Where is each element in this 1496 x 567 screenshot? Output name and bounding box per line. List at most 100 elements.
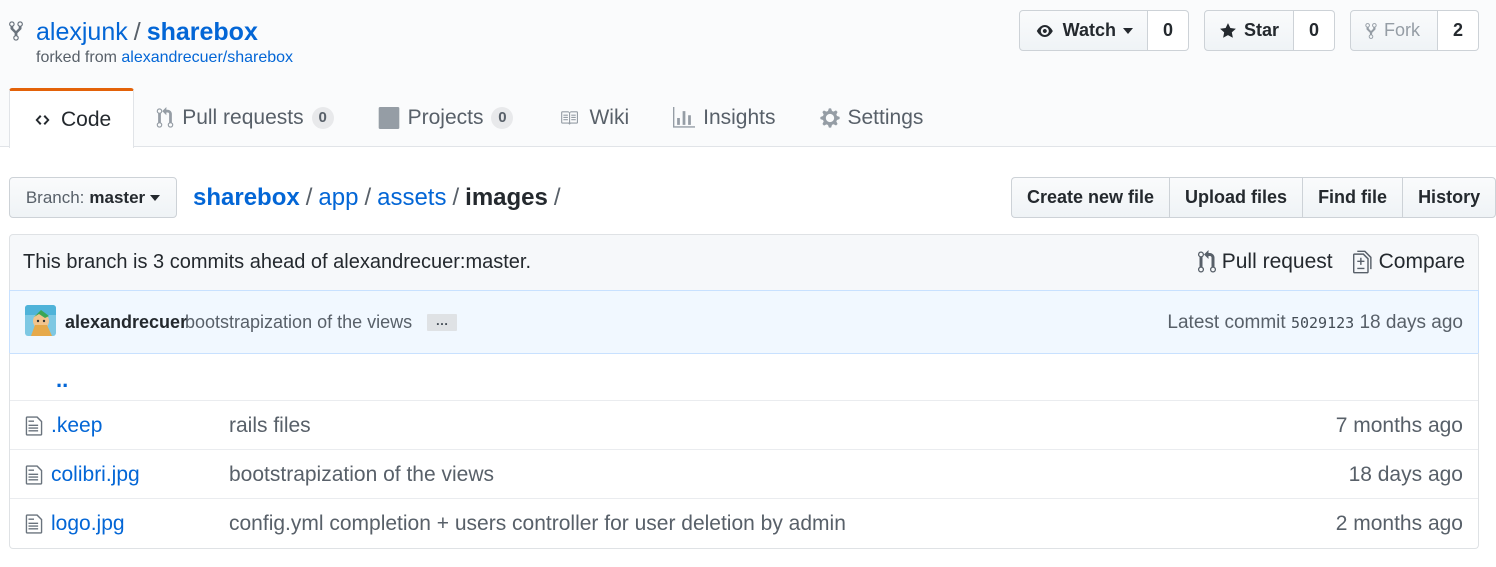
file-name-link[interactable]: .keep bbox=[51, 414, 102, 438]
branch-infobar-actions: Pull request Compare bbox=[1197, 250, 1465, 274]
forked-from-label: forked from bbox=[36, 49, 117, 66]
branch-select-button[interactable]: Branch: master bbox=[9, 177, 177, 218]
tab-settings-label: Settings bbox=[847, 105, 924, 129]
code-icon bbox=[35, 114, 50, 125]
breadcrumb-app-link[interactable]: app bbox=[318, 184, 358, 211]
tab-code[interactable]: Code bbox=[9, 88, 135, 148]
branch-infobar: This branch is 3 commits ahead of alexan… bbox=[9, 234, 1479, 291]
file-actions: Create new file Upload files Find file H… bbox=[1011, 177, 1496, 218]
watch-label: Watch bbox=[1062, 20, 1116, 40]
tab-pull-requests-label: Pull requests bbox=[182, 105, 304, 129]
star-label: Star bbox=[1243, 20, 1279, 40]
pull-request-label: Pull request bbox=[1221, 250, 1333, 273]
file-commit-message[interactable]: bootstrapization of the views bbox=[229, 463, 494, 487]
watch-count[interactable]: 0 bbox=[1148, 10, 1189, 51]
repo-title: alexjunk / sharebox bbox=[36, 16, 258, 48]
table-row: .keep rails files 7 months ago bbox=[10, 401, 1478, 450]
book-icon bbox=[561, 110, 579, 125]
projects-counter: 0 bbox=[491, 106, 514, 129]
repo-owner-link[interactable]: alexjunk bbox=[36, 18, 128, 46]
watch-action: Watch 0 bbox=[1019, 10, 1189, 51]
forked-source-link[interactable]: alexandrecuer/sharebox bbox=[121, 49, 293, 66]
fork-label: Fork bbox=[1384, 20, 1420, 40]
fork-button[interactable]: Fork bbox=[1350, 10, 1438, 51]
commit-expand-button[interactable]: … bbox=[427, 314, 457, 331]
up-tree-row: .. bbox=[10, 353, 1478, 401]
caret-down-icon bbox=[1123, 27, 1133, 34]
create-new-file-button[interactable]: Create new file bbox=[1011, 177, 1170, 218]
star-action: Star 0 bbox=[1204, 10, 1335, 51]
tab-code-label: Code bbox=[61, 107, 112, 131]
pull-requests-counter: 0 bbox=[311, 106, 334, 129]
breadcrumb: sharebox / app / assets / images / bbox=[193, 183, 567, 213]
commit-author[interactable]: alexandrecuer bbox=[65, 312, 187, 333]
breadcrumb-root-link[interactable]: sharebox bbox=[193, 184, 300, 211]
graph-icon bbox=[673, 106, 696, 128]
repo-forked-icon bbox=[9, 21, 23, 41]
gear-icon bbox=[819, 107, 840, 128]
file-commit-message[interactable]: rails files bbox=[229, 414, 311, 438]
breadcrumb-separator: / bbox=[305, 184, 313, 211]
repo-title-separator: / bbox=[133, 18, 141, 46]
file-name-link[interactable]: logo.jpg bbox=[51, 512, 125, 536]
breadcrumb-assets-link[interactable]: assets bbox=[377, 184, 446, 211]
file-name-link[interactable]: colibri.jpg bbox=[51, 463, 140, 487]
find-file-button[interactable]: Find file bbox=[1302, 177, 1403, 218]
commit-sha-link[interactable]: 5029123 bbox=[1291, 314, 1354, 332]
file-commit-message[interactable]: config.yml completion + users controller… bbox=[229, 512, 846, 536]
breadcrumb-separator: / bbox=[364, 184, 372, 211]
git-pull-request-icon bbox=[1197, 250, 1216, 273]
breadcrumb-separator: / bbox=[553, 184, 561, 211]
repo-forked-icon bbox=[1365, 22, 1377, 39]
eye-icon bbox=[1036, 24, 1053, 37]
forked-from: forked from alexandrecuer/sharebox bbox=[36, 48, 293, 68]
upload-files-button[interactable]: Upload files bbox=[1169, 177, 1303, 218]
breadcrumb-separator: / bbox=[452, 184, 460, 211]
repo-name-link[interactable]: sharebox bbox=[147, 18, 258, 46]
tab-pull-requests[interactable]: Pull requests 0 bbox=[134, 88, 355, 147]
latest-commit-label: Latest commit bbox=[1167, 312, 1286, 333]
tab-wiki[interactable]: Wiki bbox=[535, 88, 651, 147]
file-age: 2 months ago bbox=[1335, 512, 1463, 535]
commit-message[interactable]: bootstrapization of the views bbox=[185, 312, 412, 333]
tab-projects-label: Projects bbox=[407, 105, 484, 129]
file-diff-icon bbox=[1352, 250, 1372, 274]
file-icon bbox=[25, 416, 43, 436]
watch-button[interactable]: Watch bbox=[1019, 10, 1148, 51]
file-age: 7 months ago bbox=[1335, 414, 1463, 437]
star-count[interactable]: 0 bbox=[1294, 10, 1335, 51]
git-pull-request-icon bbox=[156, 106, 174, 128]
latest-commit: alexandrecuer bootstrapization of the vi… bbox=[9, 290, 1479, 354]
repo-nav: Code Pull requests 0 Projects 0 Wiki Ins… bbox=[9, 88, 945, 148]
fork-count[interactable]: 2 bbox=[1438, 10, 1479, 51]
history-button[interactable]: History bbox=[1402, 177, 1496, 218]
star-button[interactable]: Star bbox=[1204, 10, 1294, 51]
tab-insights[interactable]: Insights bbox=[651, 88, 797, 147]
branch-status-message: This branch is 3 commits ahead of alexan… bbox=[23, 251, 532, 273]
up-tree-link[interactable]: .. bbox=[56, 367, 68, 393]
file-age: 18 days ago bbox=[1348, 463, 1463, 486]
caret-down-icon bbox=[150, 194, 161, 201]
tab-projects[interactable]: Projects 0 bbox=[356, 88, 536, 147]
file-icon bbox=[25, 514, 43, 534]
fork-action: Fork 2 bbox=[1350, 10, 1479, 51]
tab-wiki-label: Wiki bbox=[589, 105, 630, 129]
avatar[interactable] bbox=[25, 305, 56, 336]
commit-age: 18 days ago bbox=[1359, 312, 1463, 333]
branch-prefix: Branch: bbox=[25, 187, 85, 207]
compare-link[interactable]: Compare bbox=[1352, 250, 1465, 274]
project-icon bbox=[378, 106, 399, 129]
breadcrumb-current: images bbox=[465, 184, 548, 211]
star-icon bbox=[1220, 22, 1236, 38]
compare-label: Compare bbox=[1378, 250, 1465, 273]
table-row: logo.jpg config.yml completion + users c… bbox=[10, 499, 1478, 548]
latest-commit-info: Latest commit 5029123 18 days ago bbox=[1167, 312, 1463, 334]
file-icon bbox=[25, 465, 43, 485]
tab-settings[interactable]: Settings bbox=[798, 88, 946, 147]
pull-request-link[interactable]: Pull request bbox=[1197, 250, 1333, 274]
table-row: colibri.jpg bootstrapization of the view… bbox=[10, 450, 1478, 499]
repo-header: alexjunk / sharebox forked from alexandrec… bbox=[0, 0, 1496, 148]
tab-insights-label: Insights bbox=[703, 105, 776, 129]
branch-name: master bbox=[89, 187, 146, 207]
file-list: .. .keep rails files 7 months ago colibr… bbox=[9, 353, 1479, 549]
